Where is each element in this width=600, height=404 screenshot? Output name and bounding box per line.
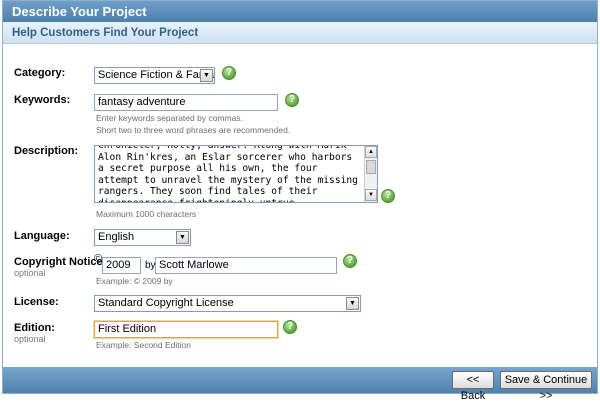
copyright-optional: optional	[14, 268, 46, 278]
language-label: Language:	[14, 230, 70, 242]
help-icon[interactable]: ?	[285, 93, 299, 107]
keywords-hint: Enter keywords separated by commas.	[96, 113, 243, 123]
dropdown-arrow-icon[interactable]: ▼	[346, 297, 359, 310]
description-label: Description:	[14, 145, 79, 157]
language-select-value: English	[98, 231, 135, 243]
edition-optional: optional	[14, 334, 46, 344]
edition-label: Edition:	[14, 322, 55, 334]
help-icon[interactable]: ?	[381, 189, 395, 203]
copyright-name-input[interactable]: Scott Marlowe	[155, 257, 337, 274]
help-icon[interactable]: ?	[283, 320, 297, 334]
keywords-input[interactable]: fantasy adventure	[94, 94, 278, 111]
copyright-hint: Example: © 2009 by	[96, 276, 173, 286]
description-scrollbar[interactable]: ▲ ▼	[364, 146, 377, 202]
description-text: chronicler, Holly, answer. Along with Mu…	[98, 145, 364, 203]
scroll-down-icon[interactable]: ▼	[365, 189, 377, 201]
license-label: License:	[14, 296, 59, 308]
copyright-year-input[interactable]: 2009	[102, 257, 141, 274]
keywords-hint-secondary: Short two to three word phrases are reco…	[96, 125, 291, 135]
copyright-symbol: ©	[94, 253, 103, 265]
edition-input[interactable]: First Edition	[94, 321, 278, 338]
scroll-thumb[interactable]	[366, 160, 376, 174]
panel-subtitle: Help Customers Find Your Project	[3, 22, 597, 44]
description-hint: Maximum 1000 characters	[96, 209, 197, 219]
copyright-label: Copyright Notice:	[14, 256, 107, 268]
description-textarea[interactable]: chronicler, Holly, answer. Along with Mu…	[94, 145, 378, 203]
language-select[interactable]: English ▼	[94, 229, 191, 246]
help-icon[interactable]: ?	[343, 254, 357, 268]
save-continue-button[interactable]: Save & Continue >>	[500, 371, 592, 402]
panel-title: Describe Your Project	[3, 1, 597, 22]
edition-hint: Example: Second Edition	[96, 340, 191, 350]
describe-project-panel: Describe Your Project Help Customers Fin…	[2, 0, 598, 402]
scroll-up-icon[interactable]: ▲	[365, 146, 377, 158]
category-select[interactable]: Science Fiction & Fantasy ▼	[94, 67, 215, 84]
category-select-value: Science Fiction & Fantasy	[98, 69, 215, 81]
back-button[interactable]: << Back	[452, 371, 494, 402]
license-select-value: Standard Copyright License	[98, 297, 234, 309]
license-select[interactable]: Standard Copyright License ▼	[94, 295, 361, 312]
copyright-by-label: by	[145, 260, 156, 271]
help-icon[interactable]: ?	[222, 66, 236, 80]
category-label: Category:	[14, 67, 66, 79]
dropdown-arrow-icon[interactable]: ▼	[176, 231, 189, 244]
dropdown-arrow-icon[interactable]: ▼	[200, 69, 213, 82]
footer-bar: << Back Save & Continue >>	[3, 367, 597, 402]
keywords-label: Keywords:	[14, 94, 71, 106]
